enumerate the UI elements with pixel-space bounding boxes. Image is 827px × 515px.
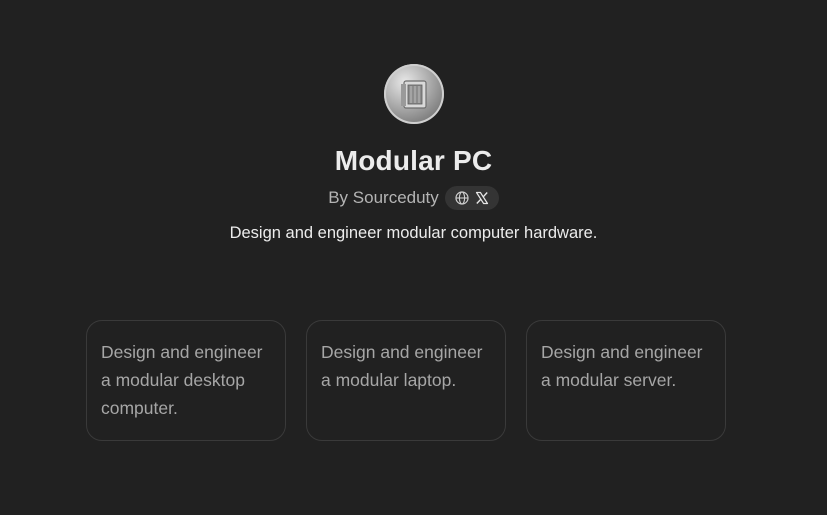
gpt-avatar <box>383 64 444 124</box>
globe-icon[interactable] <box>455 191 469 205</box>
gpt-landing-page: Modular PC By Sourceduty Design and engi… <box>0 0 827 515</box>
starter-laptop[interactable]: Design and engineer a modular laptop. <box>306 320 506 441</box>
starter-server[interactable]: Design and engineer a modular server. <box>526 320 726 441</box>
gpt-header: Modular PC By Sourceduty Design and engi… <box>0 64 827 244</box>
author-name: By Sourceduty <box>328 188 439 207</box>
pc-case-icon <box>400 80 427 109</box>
byline: By Sourceduty <box>328 186 499 210</box>
author-links <box>444 186 499 210</box>
conversation-starters: Design and engineer a modular desktop co… <box>86 320 726 441</box>
starter-desktop[interactable]: Design and engineer a modular desktop co… <box>86 320 286 441</box>
gpt-description: Design and engineer modular computer har… <box>229 224 598 242</box>
x-logo-icon[interactable] <box>475 191 489 205</box>
gpt-title: Modular PC <box>334 145 493 176</box>
